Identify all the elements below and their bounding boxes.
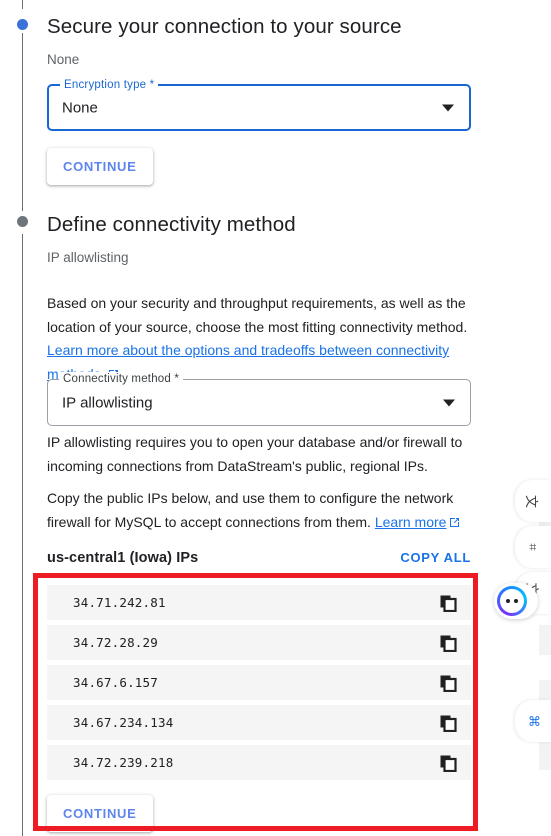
- right-rail-item-apps[interactable]: ⌗: [515, 526, 551, 568]
- continue-button-secure-connection[interactable]: CONTINUE: [47, 148, 153, 185]
- connectivity-method-value: IP allowlisting: [62, 394, 153, 411]
- right-rail-item-chat[interactable]: 文: [515, 480, 551, 522]
- connectivity-method-label: Connectivity method *: [59, 372, 184, 386]
- apps-tool-icon: ⌗: [525, 543, 541, 551]
- external-link-icon: [449, 517, 460, 528]
- ip-allowlisting-requirements-paragraph: IP allowlisting requires you to open you…: [47, 434, 463, 474]
- ip-list-item[interactable]: 34.72.28.29: [47, 625, 471, 660]
- connectivity-description-text: Based on your security and throughput re…: [47, 295, 468, 335]
- ip-address-value: 34.71.242.81: [73, 595, 166, 610]
- connectivity-method-select[interactable]: Connectivity method * IP allowlisting: [47, 372, 471, 426]
- ip-list-item[interactable]: 34.72.239.218: [47, 745, 471, 780]
- chat-tool-icon: 文: [524, 494, 540, 508]
- assistant-face-icon: [497, 586, 527, 616]
- encryption-type-select[interactable]: Encryption type * None: [47, 78, 471, 131]
- assistant-eye-left: [506, 599, 510, 603]
- ips-section-header: us-central1 (Iowa) IPs COPY ALL: [47, 550, 471, 566]
- step-bullet-secure-connection: [17, 19, 28, 30]
- encryption-type-value: None: [62, 99, 98, 116]
- step-subtitle-secure-connection: None: [47, 52, 80, 67]
- right-rail-item-network[interactable]: ⌘: [515, 700, 551, 742]
- ip-address-value: 34.67.6.157: [73, 675, 158, 690]
- encryption-type-label: Encryption type *: [60, 78, 159, 92]
- ip-address-value: 34.72.239.218: [73, 755, 174, 770]
- assistant-avatar[interactable]: [494, 583, 538, 619]
- copy-icon[interactable]: [439, 594, 457, 612]
- copy-icon[interactable]: [439, 674, 457, 692]
- copy-icon[interactable]: [439, 714, 457, 732]
- chevron-down-icon: [442, 104, 454, 111]
- copy-icon[interactable]: [439, 634, 457, 652]
- assistant-eye-right: [514, 599, 518, 603]
- step-secure-connection: Secure your connection to your source No…: [47, 14, 402, 69]
- rail-segment-bottom: [22, 234, 23, 836]
- ip-list-item[interactable]: 34.71.242.81: [47, 585, 471, 620]
- ip-address-value: 34.67.234.134: [73, 715, 174, 730]
- copy-all-button[interactable]: COPY ALL: [400, 550, 471, 565]
- ip-address-list: 34.71.242.81 34.72.28.29 34.67.6.157 34.…: [47, 585, 471, 785]
- continue-button-connectivity-method[interactable]: CONTINUE: [47, 795, 153, 832]
- step-title-connectivity-method: Define connectivity method: [47, 213, 296, 236]
- learn-more-link[interactable]: Learn more: [375, 514, 447, 530]
- step-title-secure-connection: Secure your connection to your source: [47, 15, 402, 38]
- copy-ips-instruction-paragraph: Copy the public IPs below, and use them …: [47, 487, 475, 534]
- rail-segment-middle: [22, 33, 23, 211]
- chevron-down-icon: [443, 399, 455, 406]
- rail-segment-top: [22, 0, 23, 9]
- ip-address-value: 34.72.28.29: [73, 635, 158, 650]
- right-rail-strip: [539, 625, 551, 655]
- network-tool-icon: ⌘: [526, 714, 541, 728]
- step-subtitle-connectivity-method: IP allowlisting: [47, 250, 129, 265]
- ip-list-item[interactable]: 34.67.6.157: [47, 665, 471, 700]
- ip-list-item[interactable]: 34.67.234.134: [47, 705, 471, 740]
- copy-icon[interactable]: [439, 754, 457, 772]
- right-tool-rail-lower: ⌘: [515, 700, 551, 746]
- step-bullet-connectivity-method: [17, 216, 28, 227]
- step-connectivity-method: Define connectivity method IP allowlisti…: [47, 212, 296, 267]
- assistant-eyes: [506, 599, 518, 603]
- ips-region-title: us-central1 (Iowa) IPs: [47, 550, 199, 566]
